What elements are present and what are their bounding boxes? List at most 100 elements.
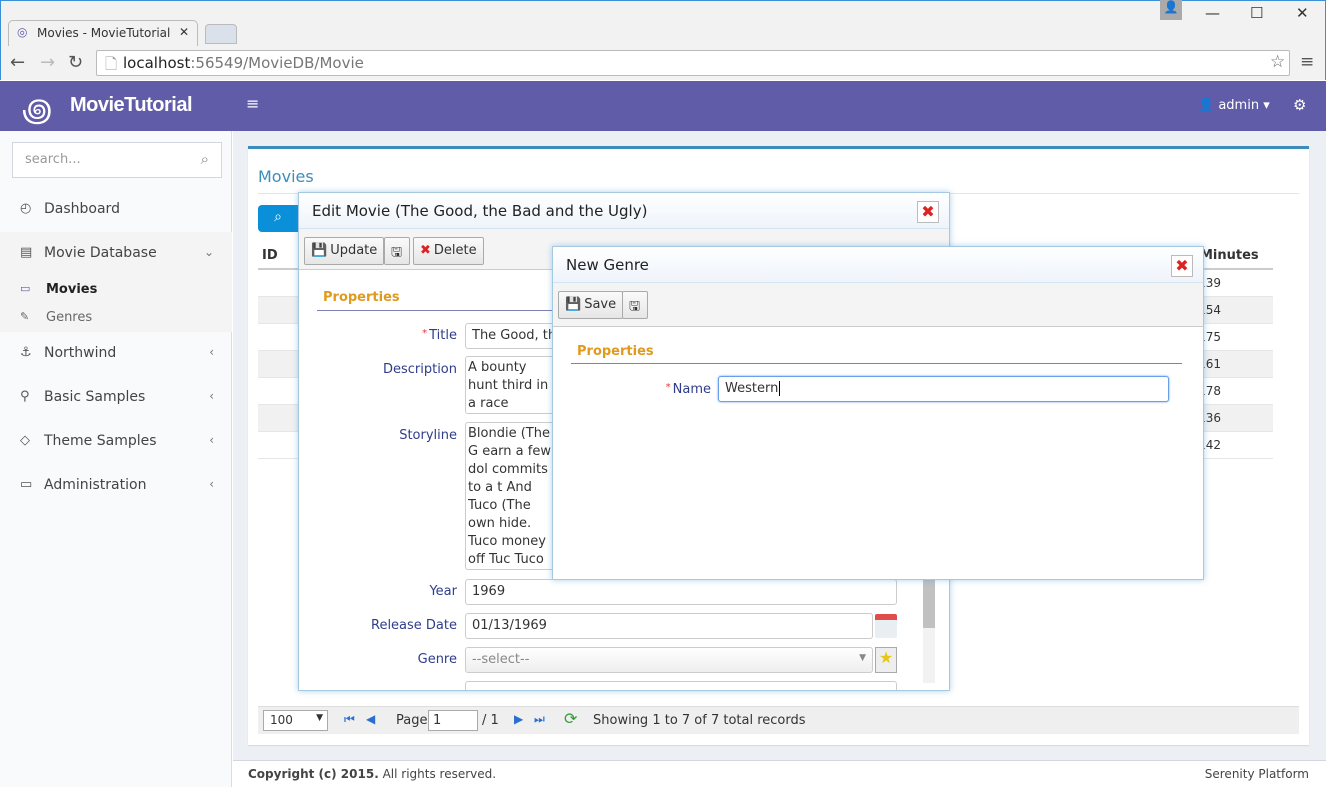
prev-page-icon[interactable]: ◀ [366, 712, 375, 726]
menu-icon[interactable]: ≡ [1300, 52, 1314, 72]
add-genre-star-icon[interactable]: ★ [875, 647, 897, 673]
genre-value: --select-- [472, 652, 530, 667]
chevron-left-icon: ‹ [209, 433, 214, 447]
storyline-text: Blondie (The G earn a few dol commits to… [468, 426, 551, 567]
chevron-left-icon: ‹ [209, 345, 214, 359]
page-size-select[interactable]: 100 ▼ [263, 710, 328, 731]
page-icon: 🗋 [105, 55, 118, 73]
scrollbar-thumb[interactable] [923, 573, 935, 628]
save-icon: 💾 [565, 297, 582, 312]
apply-changes-button[interactable]: 🖫 [384, 237, 410, 265]
save-button[interactable]: 💾 Save [558, 291, 624, 319]
footer: Copyright (c) 2015. All rights reserved.… [233, 760, 1326, 787]
genre-select[interactable]: --select-- ▼ [465, 647, 873, 673]
browser-tab[interactable]: ◎ Movies - MovieTutorial ✕ [8, 20, 198, 46]
diamond-icon: ◇ [20, 433, 30, 448]
user-icon: 👤 [1198, 98, 1219, 113]
first-page-icon[interactable]: ⏮ [344, 712, 355, 727]
pager-status: Showing 1 to 7 of 7 total records [593, 713, 806, 728]
sidebar-item-dashboard[interactable]: ◴ Dashboard [0, 188, 232, 232]
pin-icon: ✎ [20, 310, 30, 323]
delete-x-icon: ✖ [420, 243, 431, 258]
dropdown-arrow-icon: ▼ [859, 653, 866, 663]
minimize-icon[interactable]: — [1205, 4, 1220, 22]
desktop-icon: ▭ [20, 477, 33, 492]
close-dialog-button[interactable]: ✖ [1171, 255, 1193, 277]
save-check-icon: 🖫 [629, 299, 641, 314]
tab-title: Movies - MovieTutorial [37, 26, 171, 40]
storyline-label: Storyline [399, 428, 457, 443]
sidebar-item-movies[interactable]: ▭ Movies [0, 276, 232, 304]
dialog-title: Edit Movie (The Good, the Bad and the Ug… [312, 202, 648, 220]
year-label: Year [429, 584, 457, 599]
search-icon[interactable]: ⌕ [201, 150, 209, 168]
back-icon[interactable]: ← [10, 52, 25, 73]
dialog-title: New Genre [566, 256, 649, 274]
column-header-id[interactable]: ID [262, 248, 278, 263]
sidebar-item-administration[interactable]: ▭ Administration ‹ [0, 464, 232, 508]
page-count: / 1 [482, 713, 499, 728]
sidebar-item-movie-database[interactable]: ▤ Movie Database ⌄ [0, 232, 232, 276]
address-bar[interactable]: 🗋 localhost:56549/MovieDB/Movie [96, 50, 1290, 76]
button-label: Save [584, 297, 617, 312]
label-text: Title [429, 328, 457, 343]
next-page-icon[interactable]: ▶ [514, 712, 523, 726]
genre-label: Genre [417, 652, 457, 667]
forward-icon[interactable]: → [40, 52, 55, 73]
close-tab-icon[interactable]: ✕ [179, 25, 189, 39]
save-check-icon: 🖫 [391, 245, 403, 260]
platform-text: Serenity Platform [1204, 767, 1309, 781]
bookmark-star-icon[interactable]: ☆ [1270, 52, 1285, 72]
page-number: 1 [433, 713, 442, 728]
maximize-icon[interactable]: ☐ [1250, 4, 1263, 22]
name-input[interactable]: Western [718, 376, 1169, 402]
user-name: admin [1218, 98, 1260, 113]
update-button[interactable]: 💾 Update [304, 237, 385, 265]
name-value: Western [725, 381, 779, 396]
close-window-icon[interactable]: ✕ [1296, 4, 1309, 22]
url-path: :56549/MovieDB/Movie [190, 54, 364, 72]
page-number-input[interactable]: 1 [428, 710, 478, 731]
quick-search-button[interactable]: ⌕ [258, 205, 298, 232]
user-menu[interactable]: 👤 admin ▾ [1198, 98, 1270, 113]
sidebar-item-label: Basic Samples [44, 389, 146, 405]
sidebar-item-northwind[interactable]: ⚓ Northwind ‹ [0, 332, 232, 376]
year-input[interactable]: 1969 [465, 579, 897, 605]
reload-icon[interactable]: ↻ [68, 52, 83, 73]
chevron-left-icon: ‹ [209, 477, 214, 491]
sidebar-item-genres[interactable]: ✎ Genres [0, 304, 232, 332]
sidebar-item-label: Northwind [44, 345, 117, 361]
calendar-icon[interactable] [875, 614, 897, 638]
search-placeholder: search... [25, 152, 81, 167]
column-header-minutes[interactable]: Minutes [1200, 248, 1259, 263]
close-dialog-button[interactable]: ✖ [917, 201, 939, 223]
delete-button[interactable]: ✖ Delete [413, 237, 484, 265]
pager: 100 ▼ ⏮ ◀ Page 1 / 1 ▶ ⏭ ⟳ Showing 1 to 7… [258, 706, 1299, 734]
chevron-left-icon: ‹ [209, 389, 214, 403]
dialog-titlebar[interactable]: Edit Movie (The Good, the Bad and the Ug… [299, 193, 949, 229]
profile-icon[interactable]: 👤 [1160, 0, 1182, 20]
category-divider [571, 363, 1182, 364]
sidebar-item-basic-samples[interactable]: ⚲ Basic Samples ‹ [0, 376, 232, 420]
kind-select[interactable] [465, 681, 897, 690]
sidebar-search-input[interactable]: search... ⌕ [12, 142, 222, 178]
chevron-down-icon: ⌄ [203, 245, 214, 259]
new-tab-button[interactable] [205, 24, 237, 44]
dialog-titlebar[interactable]: New Genre ✖ [553, 247, 1203, 283]
app-logo[interactable]: MovieTutorial [70, 94, 193, 117]
category-title: Properties [323, 290, 400, 305]
new-genre-dialog: New Genre ✖ 💾 Save 🖫 Properties * Name West… [552, 246, 1204, 580]
category-title: Properties [577, 344, 654, 359]
sidebar-item-label: Administration [44, 477, 147, 493]
sidebar-toggle-icon[interactable]: ≡ [246, 94, 259, 113]
label-text: Name [672, 382, 711, 397]
last-page-icon[interactable]: ⏭ [534, 712, 545, 727]
favicon-icon: ◎ [17, 25, 28, 39]
apply-changes-button[interactable]: 🖫 [622, 291, 648, 319]
page-title: Movies [258, 167, 314, 186]
refresh-icon[interactable]: ⟳ [564, 709, 577, 728]
release-date-input[interactable]: 01/13/1969 [465, 613, 873, 639]
settings-gears-icon[interactable]: ⚙ [1293, 96, 1306, 114]
sidebar-item-theme-samples[interactable]: ◇ Theme Samples ‹ [0, 420, 232, 464]
required-marker: * [422, 328, 428, 339]
